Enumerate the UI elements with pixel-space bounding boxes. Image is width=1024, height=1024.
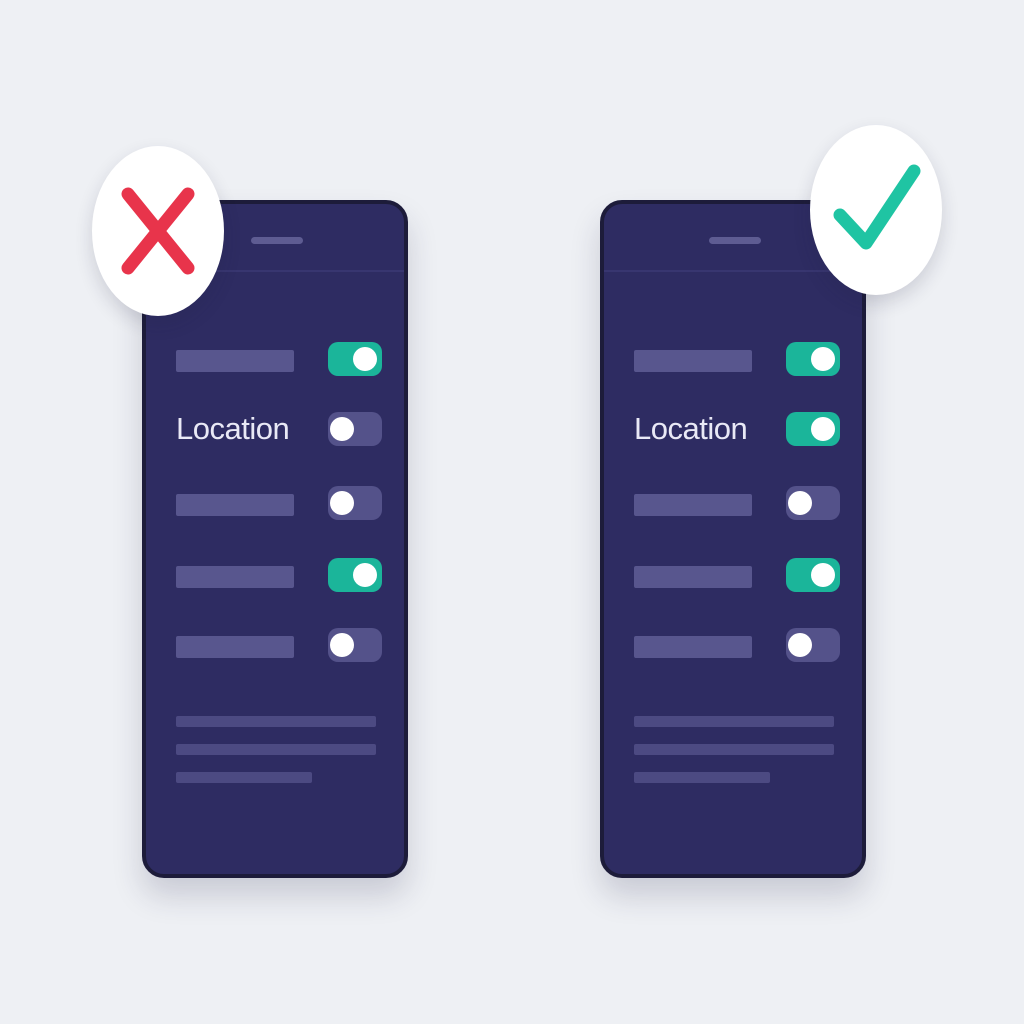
setting-row [634, 342, 840, 376]
location-toggle-on[interactable] [786, 412, 840, 446]
placeholder-label-bar [634, 350, 752, 372]
toggle-knob [811, 347, 835, 371]
wrong-badge [92, 146, 224, 316]
setting-row-location: Location [176, 412, 382, 446]
placeholder-text-line [634, 716, 834, 727]
toggle-knob [330, 417, 354, 441]
correct-badge [810, 125, 942, 295]
toggle-knob [353, 563, 377, 587]
setting-row [634, 628, 840, 662]
placeholder-text-line [634, 772, 770, 783]
toggle-switch-on[interactable] [328, 342, 382, 376]
toggle-switch-off[interactable] [328, 628, 382, 662]
check-icon [833, 164, 921, 250]
cross-icon [121, 187, 195, 275]
location-label: Location [176, 411, 290, 446]
setting-row [634, 558, 840, 592]
toggle-knob [811, 563, 835, 587]
toggle-switch-off[interactable] [786, 628, 840, 662]
location-toggle-off[interactable] [328, 412, 382, 446]
phone-speaker-notch [709, 237, 761, 244]
placeholder-label-bar [176, 350, 294, 372]
placeholder-text-line [176, 716, 376, 727]
setting-row [176, 342, 382, 376]
toggle-switch-on[interactable] [786, 342, 840, 376]
toggle-knob [788, 491, 812, 515]
phone-mockup-right: Location [600, 200, 866, 878]
placeholder-label-bar [176, 494, 294, 516]
toggle-knob [353, 347, 377, 371]
toggle-knob [811, 417, 835, 441]
placeholder-text-line [634, 744, 834, 755]
setting-row [634, 486, 840, 520]
location-label: Location [634, 411, 748, 446]
toggle-switch-off[interactable] [786, 486, 840, 520]
setting-row-location: Location [634, 412, 840, 446]
setting-row [176, 628, 382, 662]
placeholder-text-line [176, 744, 376, 755]
placeholder-text-line [176, 772, 312, 783]
placeholder-label-bar [634, 494, 752, 516]
toggle-knob [788, 633, 812, 657]
phone-speaker-notch [251, 237, 303, 244]
placeholder-label-bar [176, 566, 294, 588]
setting-row [176, 558, 382, 592]
toggle-switch-on[interactable] [328, 558, 382, 592]
toggle-switch-off[interactable] [328, 486, 382, 520]
placeholder-label-bar [634, 636, 752, 658]
setting-row [176, 486, 382, 520]
toggle-knob [330, 491, 354, 515]
toggle-switch-on[interactable] [786, 558, 840, 592]
toggle-knob [330, 633, 354, 657]
placeholder-label-bar [176, 636, 294, 658]
placeholder-label-bar [634, 566, 752, 588]
